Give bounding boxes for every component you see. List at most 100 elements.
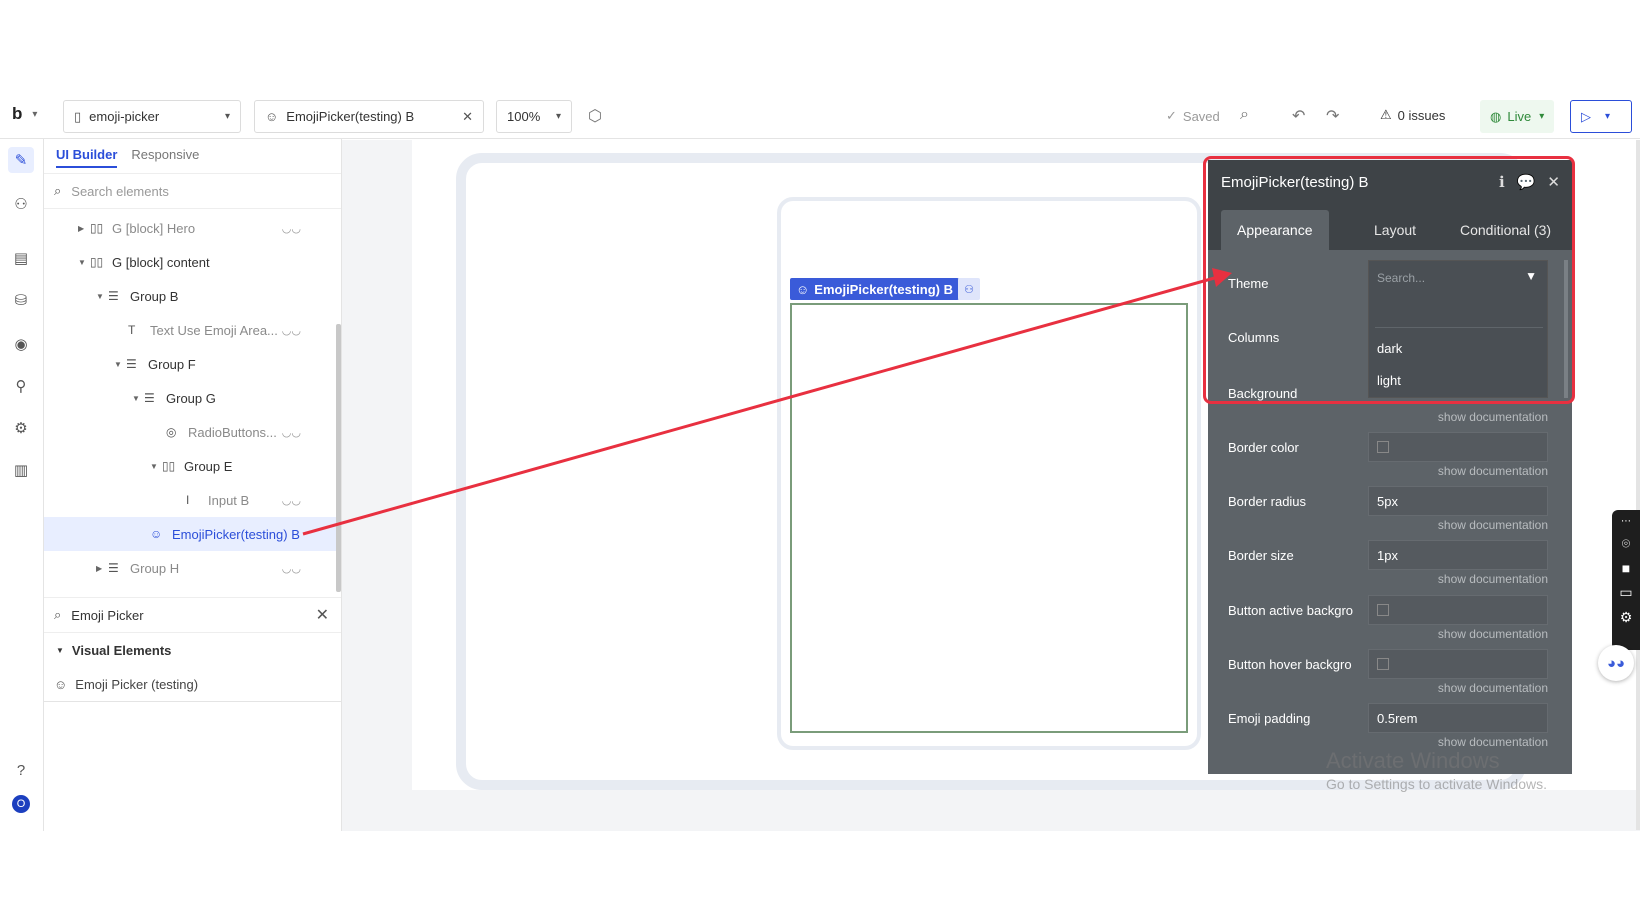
app-logo[interactable]: b ▾ (12, 104, 37, 124)
collapse-icon[interactable]: ▼ (96, 292, 108, 301)
search-icon: ⌕ (54, 607, 62, 622)
collapse-icon[interactable]: ▼ (114, 360, 126, 369)
tree-item-content[interactable]: ▼ ▯▯ G [block] content (44, 245, 341, 279)
tree-item-input[interactable]: I Input B ◡◡ (44, 483, 341, 517)
live-selector[interactable]: ◍ Live ▾ (1480, 100, 1555, 133)
border-size-input[interactable]: 1px (1368, 540, 1548, 570)
tree-item-label: Text Use Emoji Area... (150, 322, 278, 338)
library-item-emoji-picker[interactable]: ☺ Emoji Picker (testing) (54, 677, 198, 692)
preview-button[interactable]: ▷ ▾ (1570, 100, 1632, 133)
annotation-highlight-box (1203, 156, 1575, 404)
border-color-label: Border color (1228, 440, 1299, 455)
tree-item-group-h[interactable]: ▶ ☰ Group H ◡◡ (44, 551, 341, 585)
redo-icon[interactable]: ↷ (1326, 106, 1339, 126)
emoji-padding-input[interactable]: 0.5rem (1368, 703, 1548, 733)
analytics-icon[interactable]: ▥ (8, 457, 34, 483)
show-documentation-link[interactable]: show documentation (1438, 627, 1548, 641)
page-icon: ▯ (74, 108, 82, 124)
palette-icon[interactable]: ◉ (8, 331, 34, 357)
video-icon[interactable]: ■ (1622, 560, 1630, 576)
column-group-icon: ▯▯ (90, 221, 104, 235)
tree-item-group-e[interactable]: ▼ ▯▯ Group E (44, 449, 341, 483)
expand-icon[interactable]: ▶ (96, 564, 108, 573)
collapse-icon[interactable]: ▼ (150, 462, 162, 471)
search-placeholder: Search elements (71, 183, 169, 199)
border-color-picker[interactable] (1368, 432, 1548, 462)
zoom-selector[interactable]: 100% ▾ (496, 100, 572, 133)
tree-item-radio[interactable]: ◎ RadioButtons... ◡◡ (44, 415, 341, 449)
page-selector[interactable]: ☺ EmojiPicker(testing) B ✕ (254, 100, 484, 133)
cube-icon[interactable]: ⬡ (588, 106, 602, 126)
tree-item-label: RadioButtons... (188, 424, 277, 440)
saved-status: ✓ Saved (1166, 108, 1220, 124)
dots-icon[interactable]: ⋯ (1621, 516, 1631, 527)
tree-item-emojipicker[interactable]: ☺ EmojiPicker(testing) B (44, 517, 341, 551)
show-documentation-link[interactable]: show documentation (1438, 464, 1548, 478)
library-search-value: Emoji Picker (71, 607, 144, 623)
show-documentation-link[interactable]: show documentation (1438, 518, 1548, 532)
selected-element-label[interactable]: ☺ EmojiPicker(testing) B (790, 278, 959, 300)
tab-ui-builder[interactable]: UI Builder (56, 147, 118, 168)
element-library-search[interactable]: ⌕ Emoji Picker ✕ (44, 597, 341, 633)
collapse-icon[interactable]: ▼ (78, 258, 90, 267)
hierarchy-icon[interactable]: ⚇ (958, 278, 980, 300)
show-documentation-link[interactable]: show documentation (1438, 410, 1548, 424)
emoji-picker-element[interactable] (790, 303, 1188, 733)
tab-responsive[interactable]: Responsive (131, 147, 199, 168)
plugin-icon[interactable]: ⚲ (8, 373, 34, 399)
tree-scrollbar[interactable] (336, 324, 341, 592)
library-section-visual[interactable]: ▼ Visual Elements (56, 643, 171, 658)
tree-item-label: Group E (184, 458, 233, 474)
column-group-icon: ▯▯ (162, 459, 176, 473)
collapse-icon[interactable]: ▼ (132, 394, 144, 403)
expand-icon[interactable]: ▶ (78, 224, 90, 233)
button-hover-color-picker[interactable] (1368, 649, 1548, 679)
issues-button[interactable]: ⚠ 0 issues (1380, 107, 1445, 123)
help-icon[interactable]: ? (8, 757, 34, 783)
hidden-eye-icon[interactable]: ◡◡ (282, 324, 301, 337)
chevron-down-icon: ▾ (32, 108, 38, 120)
assistant-bot-icon[interactable]: ◕◕ (1598, 645, 1634, 681)
canvas-scrollbar[interactable] (1636, 140, 1640, 830)
emoji-icon: ☺ (54, 677, 68, 692)
chevron-down-icon: ▾ (555, 111, 561, 122)
tree-item-text[interactable]: T Text Use Emoji Area... ◡◡ (44, 313, 341, 347)
search-elements-input[interactable]: ⌕ Search elements (44, 173, 341, 209)
gear-icon[interactable]: ⚙ (1620, 609, 1633, 626)
search-icon[interactable]: ⌕ (1240, 106, 1249, 124)
show-documentation-link[interactable]: show documentation (1438, 735, 1548, 749)
window-icon[interactable]: ▭ (1619, 584, 1632, 601)
camera-icon[interactable]: ⌾ (1622, 535, 1630, 552)
input-cursor-icon: I (186, 493, 190, 507)
hidden-eye-icon[interactable]: ◡◡ (282, 562, 301, 575)
tree-item-label: G [block] Hero (112, 220, 196, 236)
app-selector[interactable]: ▯ emoji-picker ▾ (63, 100, 241, 133)
border-radius-input[interactable]: 5px (1368, 486, 1548, 516)
library-section-label: Visual Elements (71, 643, 172, 658)
tree-item-group-b[interactable]: ▼ ☰ Group B (44, 279, 341, 313)
workflow-icon[interactable]: ⚇ (8, 191, 34, 217)
zoom-label: 100% (507, 109, 541, 124)
design-pencil-icon[interactable]: ✎ (8, 147, 34, 173)
tree-item-group-f[interactable]: ▼ ☰ Group F (44, 347, 341, 381)
database-icon[interactable]: ⛁ (8, 287, 34, 313)
close-icon[interactable]: ✕ (462, 109, 473, 125)
close-icon[interactable]: ✕ (316, 605, 329, 625)
top-bar: b ▾ ▯ emoji-picker ▾ ☺ EmojiPicker(testin… (0, 94, 1640, 139)
avatar[interactable]: O (8, 791, 34, 817)
tree-item-group-g[interactable]: ▼ ☰ Group G (44, 381, 341, 415)
show-documentation-link[interactable]: show documentation (1438, 572, 1548, 586)
layout-icon[interactable]: ▤ (8, 245, 34, 271)
undo-icon[interactable]: ↶ (1292, 106, 1305, 126)
hidden-eye-icon[interactable]: ◡◡ (282, 494, 301, 507)
border-size-label: Border size (1228, 548, 1294, 563)
tree-item-hero[interactable]: ▶ ▯▯ G [block] Hero ◡◡ (44, 211, 341, 245)
chevron-down-icon: ▾ (224, 111, 230, 122)
settings-icon[interactable]: ⚙ (8, 415, 34, 441)
button-active-color-picker[interactable] (1368, 595, 1548, 625)
hidden-eye-icon[interactable]: ◡◡ (282, 222, 301, 235)
play-icon: ▷ (1581, 108, 1591, 124)
hidden-eye-icon[interactable]: ◡◡ (282, 426, 301, 439)
show-documentation-link[interactable]: show documentation (1438, 681, 1548, 695)
windows-watermark-title: Activate Windows (1326, 748, 1500, 773)
